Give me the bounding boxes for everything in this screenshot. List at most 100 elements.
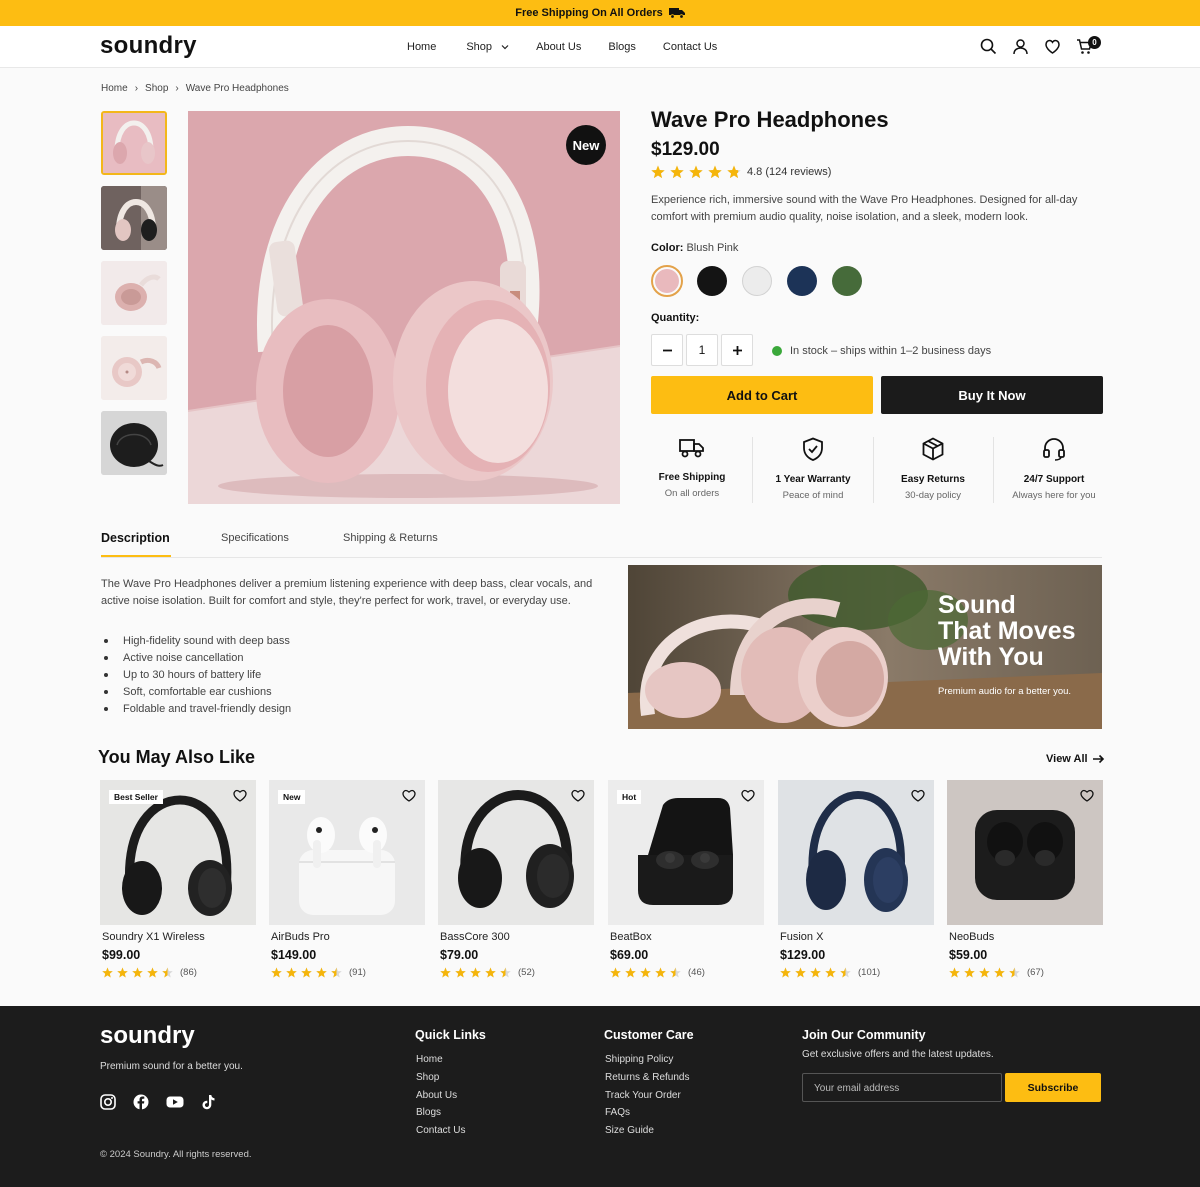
banner-title-line-3: With You [938, 643, 1044, 671]
in-stock-dot-icon [772, 346, 782, 356]
view-all-label: View All [1046, 753, 1088, 765]
breadcrumb-shop[interactable]: Shop [145, 83, 168, 94]
wishlist-heart-icon[interactable] [233, 789, 247, 802]
footer-link-shipping-policy[interactable]: Shipping Policy [605, 1054, 690, 1072]
user-icon[interactable] [1012, 38, 1029, 55]
chevron-right-icon: › [175, 83, 179, 94]
arrow-right-icon [1092, 754, 1104, 764]
site-footer: soundry Premium sound for a better you. … [0, 1006, 1200, 1187]
footer-link-blogs[interactable]: Blogs [416, 1107, 465, 1125]
color-label: Color: Blush Pink [651, 242, 738, 254]
truck-icon [668, 8, 685, 19]
plus-icon [732, 345, 742, 355]
thumbnail-1[interactable] [101, 111, 167, 175]
product-card-price: $69.00 [610, 948, 649, 962]
nav-home[interactable]: Home [407, 41, 436, 53]
wishlist-heart-icon[interactable] [911, 789, 925, 802]
product-card-name[interactable]: Soundry X1 Wireless [102, 931, 205, 943]
feature-free-shipping: Free Shipping On all orders [632, 437, 752, 499]
buy-now-button[interactable]: Buy It Now [881, 376, 1103, 414]
shield-check-icon [803, 437, 823, 461]
star-rating-icon [780, 967, 851, 978]
color-swatch-green[interactable] [832, 266, 862, 296]
site-logo[interactable]: soundry [100, 32, 197, 60]
banner-title-line-1: Sound [938, 591, 1016, 619]
nav-shop[interactable]: Shop [466, 41, 509, 53]
product-card-rating: (86) [102, 967, 197, 978]
product-card-rating: (101) [780, 967, 880, 978]
product-main-image[interactable] [188, 111, 620, 504]
promo-bar: Free Shipping On All Orders [0, 0, 1200, 26]
footer-link-track-order[interactable]: Track Your Order [605, 1090, 690, 1108]
stock-text: In stock – ships within 1–2 business day… [790, 345, 992, 357]
review-count: (46) [688, 967, 705, 978]
star-icon [949, 967, 960, 978]
star-icon [440, 967, 451, 978]
footer-link-size-guide[interactable]: Size Guide [605, 1125, 690, 1143]
facebook-icon[interactable] [133, 1094, 149, 1110]
color-swatch-navy[interactable] [787, 266, 817, 296]
tab-specifications[interactable]: Specifications [221, 532, 289, 544]
footer-logo[interactable]: soundry [100, 1022, 195, 1050]
search-icon[interactable] [980, 38, 997, 55]
product-card-name[interactable]: BassCore 300 [440, 931, 510, 943]
footer-link-home[interactable]: Home [416, 1054, 465, 1072]
quantity-input[interactable]: 1 [686, 334, 718, 366]
star-icon [301, 967, 312, 978]
wishlist-heart-icon[interactable] [1080, 789, 1094, 802]
color-swatch-white[interactable] [742, 266, 772, 296]
color-swatch-black[interactable] [697, 266, 727, 296]
footer-link-faqs[interactable]: FAQs [605, 1107, 690, 1125]
star-icon [500, 967, 511, 978]
footer-link-about[interactable]: About Us [416, 1090, 465, 1108]
quantity-increase-button[interactable] [721, 334, 753, 366]
newsletter-email-input[interactable]: Your email address [802, 1073, 1002, 1102]
star-rating-icon [102, 967, 173, 978]
cart-count-badge: 0 [1088, 36, 1101, 49]
thumbnail-2[interactable] [101, 186, 167, 250]
active-tab-indicator [101, 555, 171, 557]
tiktok-icon[interactable] [200, 1094, 216, 1110]
product-card-name[interactable]: NeoBuds [949, 931, 994, 943]
product-card-name[interactable]: AirBuds Pro [271, 931, 330, 943]
star-rating-icon [651, 165, 741, 179]
product-rating[interactable]: 4.8 (124 reviews) [651, 165, 831, 179]
subscribe-button[interactable]: Subscribe [1005, 1073, 1101, 1102]
feature-subtitle: 30-day policy [905, 490, 961, 501]
star-rating-svg [780, 967, 851, 978]
footer-link-contact[interactable]: Contact Us [416, 1125, 465, 1143]
breadcrumb-home[interactable]: Home [101, 83, 128, 94]
youtube-icon[interactable] [166, 1094, 184, 1110]
list-item: High-fidelity sound with deep bass [104, 632, 291, 649]
thumbnail-3[interactable] [101, 261, 167, 325]
community-text: Get exclusive offers and the latest upda… [802, 1049, 994, 1060]
product-card-name[interactable]: BeatBox [610, 931, 652, 943]
view-all-link[interactable]: View All [1046, 753, 1105, 765]
footer-link-returns[interactable]: Returns & Refunds [605, 1072, 690, 1090]
footer-link-shop[interactable]: Shop [416, 1072, 465, 1090]
wishlist-heart-icon[interactable] [402, 789, 416, 802]
color-swatch-blush-pink[interactable] [651, 265, 683, 297]
wishlist-heart-icon[interactable] [741, 789, 755, 802]
review-count: (52) [518, 967, 535, 978]
heart-icon[interactable] [1044, 38, 1061, 55]
nav-contact[interactable]: Contact Us [663, 41, 717, 53]
product-card-name[interactable]: Fusion X [780, 931, 823, 943]
tab-description[interactable]: Description [101, 531, 170, 545]
product-card-rating: (67) [949, 967, 1044, 978]
star-rating-svg [271, 967, 342, 978]
thumbnail-4[interactable] [101, 336, 167, 400]
nav-blogs[interactable]: Blogs [608, 41, 636, 53]
wishlist-heart-icon[interactable] [571, 789, 585, 802]
star-rating-svg [949, 967, 1020, 978]
product-card-price: $99.00 [102, 948, 141, 962]
add-to-cart-button[interactable]: Add to Cart [651, 376, 873, 414]
instagram-icon[interactable] [100, 1094, 116, 1110]
quantity-decrease-button[interactable] [651, 334, 683, 366]
new-badge: New [566, 125, 606, 165]
thumbnail-5[interactable] [101, 411, 167, 475]
stock-status: In stock – ships within 1–2 business day… [772, 345, 991, 357]
product-tabs: Description Specifications Shipping & Re… [101, 531, 1102, 558]
nav-about[interactable]: About Us [536, 41, 581, 53]
tab-shipping-returns[interactable]: Shipping & Returns [343, 532, 438, 544]
